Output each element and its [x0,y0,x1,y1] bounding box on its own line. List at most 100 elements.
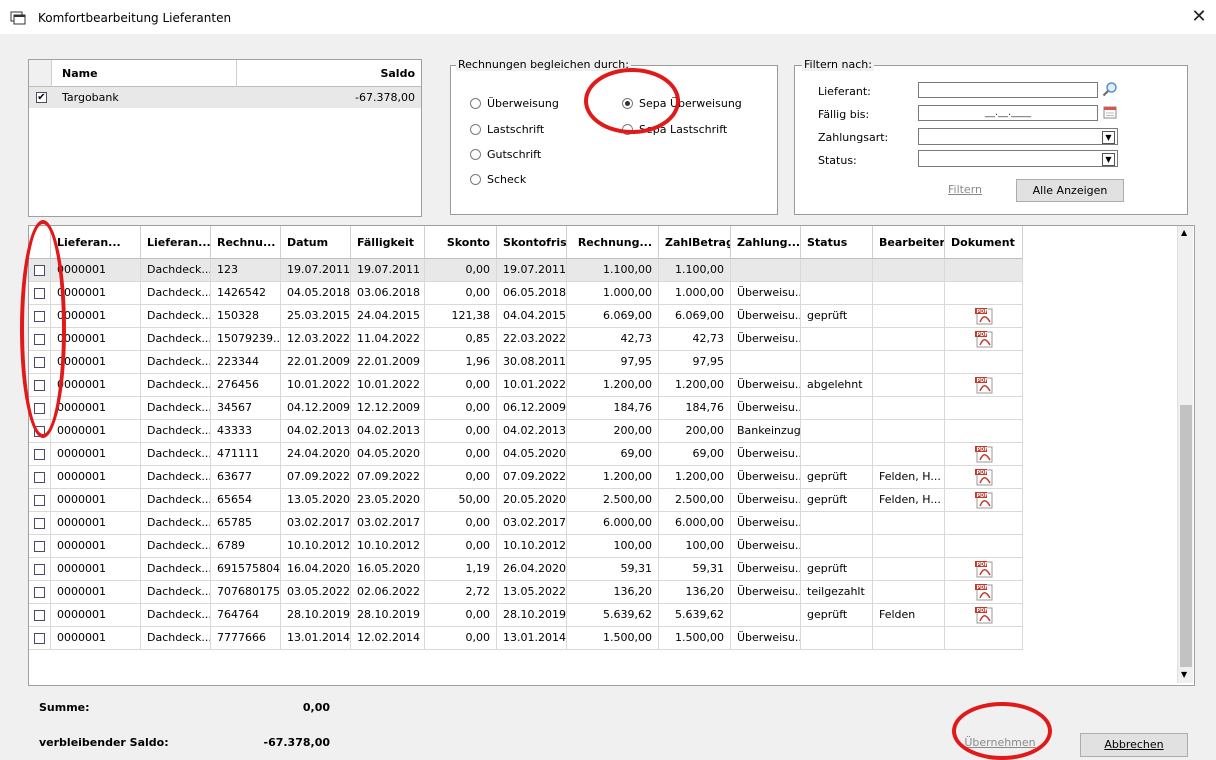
row-checkbox[interactable] [34,448,45,460]
svg-text:PDF: PDF [976,562,987,568]
table-row[interactable]: 0000001 Dachdeck... 63677 07.09.2022 07.09.2… [29,466,1023,489]
status-select[interactable]: ▼ [918,150,1118,167]
radio-dot[interactable] [470,149,481,160]
row-checkbox[interactable] [34,471,45,483]
table-row[interactable]: 0000001 Dachdeck... 1426542 04.05.2018 03.06… [29,282,1023,305]
table-cell: 136,20 [659,581,731,604]
column-header[interactable]: Dokument [945,226,1023,259]
table-row[interactable]: 0000001 Dachdeck... 7076801751 03.05.2022 02… [29,581,1023,604]
row-checkbox[interactable] [34,540,45,552]
document-cell[interactable]: PDF [945,443,1023,466]
column-header[interactable]: Fälligkeit [351,226,425,259]
faellig-label: Fällig bis: [818,108,870,121]
row-checkbox[interactable] [34,494,45,506]
document-cell[interactable]: PDF [945,604,1023,627]
column-header[interactable]: Datum [281,226,351,259]
row-checkbox[interactable] [34,609,45,621]
table-cell: 0,00 [425,397,497,420]
column-header[interactable]: ZahlBetrag [659,226,731,259]
document-cell[interactable]: PDF [945,466,1023,489]
table-row[interactable]: 0000001 Dachdeck... 34567 04.12.2009 12.12.2… [29,397,1023,420]
cancel-button[interactable]: Abbrechen [1080,733,1188,757]
table-row[interactable]: 0000001 Dachdeck... 471111 24.04.2020 04.05.… [29,443,1023,466]
show-all-button[interactable]: Alle Anzeigen [1016,179,1124,202]
document-cell[interactable]: PDF [945,581,1023,604]
radio-dot[interactable] [470,174,481,185]
table-row[interactable]: 0000001 Dachdeck... 691575804 16.04.2020 16.… [29,558,1023,581]
row-checkbox[interactable] [34,586,45,598]
lieferant-label: Lieferant: [818,85,871,98]
pdf-icon[interactable]: PDF [974,376,994,394]
table-row[interactable]: 0000001 Dachdeck... 150328 25.03.2015 24.04.… [29,305,1023,328]
vertical-scrollbar[interactable]: ▲ ▼ [1177,226,1193,683]
table-row[interactable]: 0000001 Dachdeck... 43333 04.02.2013 04.02.2… [29,420,1023,443]
pdf-icon[interactable]: PDF [974,445,994,463]
radio-lastschrift[interactable]: Lastschrift [470,123,544,136]
column-header[interactable]: Skontofrist [497,226,567,259]
svg-text:PDF: PDF [976,493,987,499]
calendar-icon[interactable] [1103,105,1117,119]
filter-button[interactable]: Filtern [935,179,995,201]
scrollbar-thumb[interactable] [1180,405,1192,667]
column-header[interactable]: Zahlung... [731,226,801,259]
pdf-icon[interactable]: PDF [974,330,994,348]
close-icon[interactable]: ✕ [1186,5,1212,29]
document-cell[interactable]: PDF [945,328,1023,351]
radio-gutschrift[interactable]: Gutschrift [470,148,541,161]
table-cell: 19.07.2011 [281,259,351,282]
row-checkbox[interactable] [34,517,45,529]
radio-dot[interactable] [470,98,481,109]
column-header[interactable]: Lieferan... [51,226,141,259]
faellig-field[interactable]: __.__.____ [918,105,1098,121]
search-icon[interactable] [1102,81,1118,97]
column-header[interactable]: Lieferan... [141,226,211,259]
pdf-icon[interactable]: PDF [974,491,994,509]
column-header[interactable]: Skonto [425,226,497,259]
table-cell: 0,00 [425,466,497,489]
pdf-icon[interactable]: PDF [974,560,994,578]
document-cell[interactable]: PDF [945,489,1023,512]
pdf-icon[interactable]: PDF [974,583,994,601]
column-header[interactable]: Rechnung... [567,226,659,259]
table-row[interactable]: 0000001 Dachdeck... 276456 10.01.2022 10.01.… [29,374,1023,397]
table-row[interactable]: 0000001 Dachdeck... 764764 28.10.2019 28.10.… [29,604,1023,627]
pdf-icon[interactable]: PDF [974,606,994,624]
row-checkbox[interactable] [34,563,45,575]
chevron-down-icon[interactable]: ▼ [1102,153,1115,166]
row-select-cell [29,558,51,581]
table-row[interactable]: 0000001 Dachdeck... 223344 22.01.2009 22.01.… [29,351,1023,374]
account-header-saldo[interactable]: Saldo [237,60,421,87]
pdf-icon[interactable]: PDF [974,307,994,325]
radio-ueberweisung[interactable]: Überweisung [470,97,559,110]
table-row[interactable]: 0000001 Dachdeck... 65654 13.05.2020 23.05.2… [29,489,1023,512]
column-header[interactable]: Bearbeiter [873,226,945,259]
table-row[interactable]: 0000001 Dachdeck... 6789 10.10.2012 10.10.20… [29,535,1023,558]
scroll-up-arrow-icon[interactable]: ▲ [1181,228,1187,237]
radio-scheck[interactable]: Scheck [470,173,526,186]
table-cell: 03.05.2022 [281,581,351,604]
table-row[interactable]: 0000001 Dachdeck... 15079239... 12.03.2022 1… [29,328,1023,351]
lieferant-field[interactable] [918,82,1098,98]
document-cell[interactable]: PDF [945,558,1023,581]
document-cell[interactable]: PDF [945,305,1023,328]
radio-dot[interactable] [470,124,481,135]
account-checkbox[interactable]: ✔ [36,92,47,103]
column-header[interactable]: Rechnu... [211,226,281,259]
table-body: 0000001 Dachdeck... 123 19.07.2011 19.07.201… [29,259,1023,650]
invoice-table[interactable]: Lieferan... Lieferan... Rechnu... Datum Fäll… [28,225,1195,686]
column-header[interactable]: Status [801,226,873,259]
row-checkbox[interactable] [34,632,45,644]
table-row[interactable]: 0000001 Dachdeck... 7777666 13.01.2014 12.02… [29,627,1023,650]
account-header-name[interactable]: Name [52,60,237,87]
window-title: Komfortbearbeitung Lieferanten [38,11,232,25]
account-row[interactable]: ✔ Targobank -67.378,00 [29,87,421,108]
pdf-icon[interactable]: PDF [974,468,994,486]
account-list[interactable]: Name Saldo ✔ Targobank -67.378,00 [28,59,422,217]
table-cell: 63677 [211,466,281,489]
table-row[interactable]: 0000001 Dachdeck... 123 19.07.2011 19.07.201… [29,259,1023,282]
scroll-down-arrow-icon[interactable]: ▼ [1181,670,1187,679]
zahlungsart-select[interactable]: ▼ [918,128,1118,145]
chevron-down-icon[interactable]: ▼ [1102,131,1115,144]
document-cell[interactable]: PDF [945,374,1023,397]
table-row[interactable]: 0000001 Dachdeck... 65785 03.02.2017 03.02.2… [29,512,1023,535]
